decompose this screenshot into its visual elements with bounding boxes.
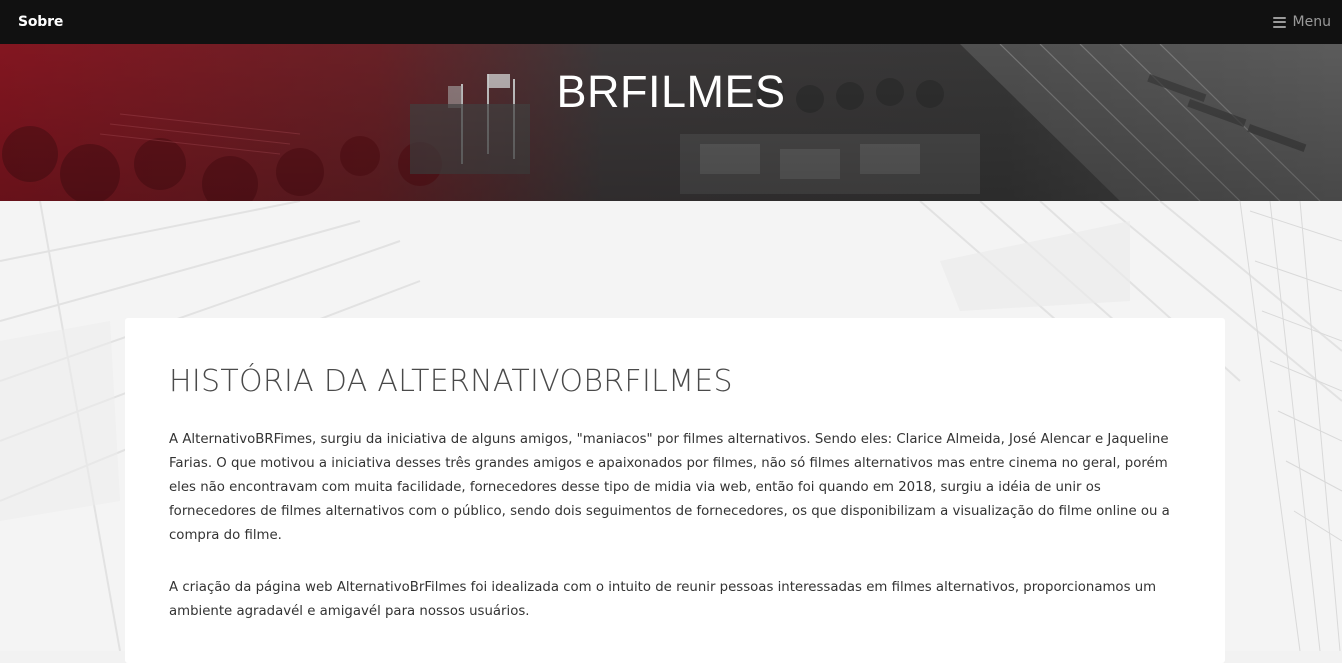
brand-link[interactable]: Sobre <box>18 14 63 30</box>
paragraph-history: A AlternativoBRFimes, surgiu da iniciati… <box>169 432 1170 543</box>
menu-label: Menu <box>1292 14 1331 30</box>
page-title: BRFILMES <box>556 66 786 117</box>
paragraph-creation: A criação da página web AlternativoBrFil… <box>169 580 1157 619</box>
hamburger-icon <box>1272 16 1286 28</box>
section-heading: HISTÓRIA DA ALTERNATIVOBRFILMES <box>169 364 733 399</box>
hero-header: BRFILMES <box>0 44 1342 201</box>
history-card: HISTÓRIA DA ALTERNATIVOBRFILMES A Altern… <box>125 318 1225 663</box>
menu-button[interactable]: Menu <box>1272 14 1331 30</box>
top-navbar: Sobre Menu <box>0 0 1342 44</box>
